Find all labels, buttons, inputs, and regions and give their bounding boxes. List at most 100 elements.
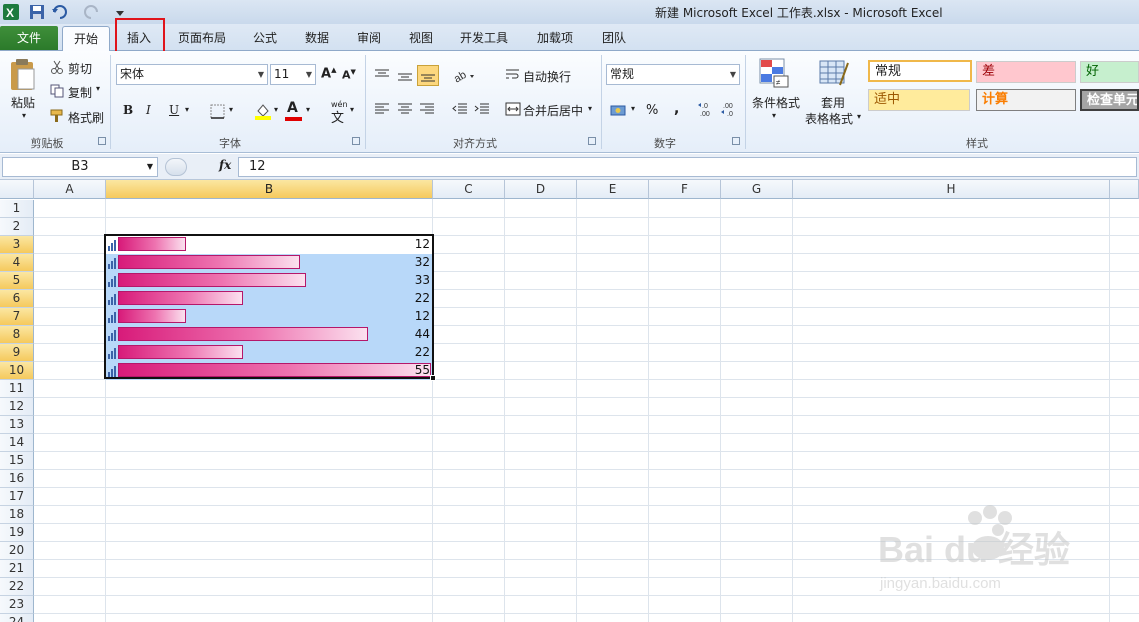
select-all-corner[interactable]	[0, 180, 34, 199]
conditional-dropdown-icon[interactable]: ▾	[772, 111, 776, 120]
tab-review[interactable]: 审阅	[347, 26, 391, 51]
row-header-16[interactable]: 16	[0, 470, 34, 488]
border-dropdown-icon[interactable]: ▾	[229, 105, 233, 114]
column-header-next[interactable]	[1110, 180, 1139, 199]
row-header-6[interactable]: 6	[0, 290, 34, 308]
cut-button[interactable]: 剪切	[68, 60, 92, 77]
copy-icon[interactable]	[50, 84, 64, 101]
style-normal[interactable]: 常规	[868, 60, 972, 82]
name-box[interactable]: B3 ▼	[2, 157, 158, 177]
format-table-dropdown-icon[interactable]: ▾	[857, 112, 861, 121]
comma-button[interactable]: ,	[674, 101, 679, 117]
row-header-10[interactable]: 10	[0, 362, 34, 380]
row-header-20[interactable]: 20	[0, 542, 34, 560]
row-header-21[interactable]: 21	[0, 560, 34, 578]
number-format-select[interactable]: 常规 ▼	[606, 64, 740, 85]
save-icon[interactable]	[28, 3, 46, 21]
decrease-indent-icon[interactable]	[452, 102, 468, 119]
row-header-15[interactable]: 15	[0, 452, 34, 470]
underline-dropdown-icon[interactable]: ▾	[185, 105, 189, 114]
column-header-b[interactable]: B	[106, 180, 433, 199]
row-header-7[interactable]: 7	[0, 308, 34, 326]
font-color-button[interactable]: A	[287, 100, 298, 116]
copy-dropdown-icon[interactable]: ▾	[96, 84, 100, 93]
align-center-icon[interactable]	[397, 102, 413, 119]
conditional-formatting-icon[interactable]: ≠	[758, 57, 790, 92]
shrink-font-icon[interactable]: A▼	[342, 68, 356, 82]
column-header-a[interactable]: A	[34, 180, 106, 199]
paste-label[interactable]: 粘贴	[11, 94, 35, 111]
phonetic-dropdown-icon[interactable]: ▾	[350, 105, 354, 114]
column-header-h[interactable]: H	[793, 180, 1110, 199]
tab-home[interactable]: 开始	[62, 26, 110, 52]
format-as-table-label-2[interactable]: 表格格式	[805, 110, 853, 127]
cut-icon[interactable]	[50, 60, 64, 77]
text-orientation-icon[interactable]: ab	[452, 67, 476, 86]
border-icon[interactable]	[210, 104, 226, 123]
format-as-table-icon[interactable]	[818, 57, 850, 92]
increase-indent-icon[interactable]	[474, 102, 490, 119]
row-header-17[interactable]: 17	[0, 488, 34, 506]
wrap-text-icon[interactable]	[505, 67, 521, 86]
font-name-select[interactable]: 宋体 ▼	[116, 64, 268, 85]
row-header-12[interactable]: 12	[0, 398, 34, 416]
decrease-decimal-icon[interactable]: .00.0	[721, 100, 739, 121]
row-header-24[interactable]: 24	[0, 614, 34, 622]
row-header-2[interactable]: 2	[0, 218, 34, 236]
column-header-f[interactable]: F	[649, 180, 721, 199]
fill-color-icon[interactable]	[254, 102, 272, 123]
row-header-9[interactable]: 9	[0, 344, 34, 362]
tab-view[interactable]: 视图	[399, 26, 443, 51]
number-launcher-icon[interactable]	[732, 137, 740, 145]
column-header-e[interactable]: E	[577, 180, 649, 199]
tab-file[interactable]: 文件	[0, 26, 58, 50]
row-header-19[interactable]: 19	[0, 524, 34, 542]
align-bottom-button[interactable]	[417, 65, 439, 86]
row-header-23[interactable]: 23	[0, 596, 34, 614]
currency-dropdown-icon[interactable]: ▾	[631, 104, 635, 113]
font-size-select[interactable]: 11 ▼	[270, 64, 316, 85]
alignment-launcher-icon[interactable]	[588, 137, 596, 145]
grow-font-icon[interactable]: A▲	[321, 66, 336, 81]
tab-formulas[interactable]: 公式	[243, 26, 287, 51]
bold-button[interactable]: B	[123, 103, 133, 117]
wrap-text-button[interactable]: 自动换行	[523, 68, 571, 85]
align-right-icon[interactable]	[419, 102, 435, 119]
undo-icon[interactable]	[50, 3, 68, 21]
percent-button[interactable]: %	[646, 103, 658, 118]
column-header-d[interactable]: D	[505, 180, 577, 199]
font-launcher-icon[interactable]	[352, 137, 360, 145]
conditional-formatting-button[interactable]: 条件格式	[752, 94, 800, 111]
phonetic-guide-button[interactable]: 文	[331, 107, 344, 126]
format-painter-icon[interactable]	[50, 109, 64, 126]
style-bad[interactable]: 差	[976, 61, 1076, 83]
style-good[interactable]: 好	[1080, 61, 1139, 83]
italic-button[interactable]: I	[146, 103, 151, 117]
tab-developer[interactable]: 开发工具	[452, 26, 516, 51]
row-header-13[interactable]: 13	[0, 416, 34, 434]
paste-icon[interactable]	[8, 57, 36, 94]
formula-bar-collapse-icon[interactable]	[165, 158, 187, 176]
copy-button[interactable]: 复制	[68, 84, 92, 101]
fill-handle[interactable]	[430, 375, 436, 381]
fill-color-dropdown-icon[interactable]: ▾	[274, 105, 278, 114]
tab-data[interactable]: 数据	[295, 26, 339, 51]
merge-center-icon[interactable]	[505, 102, 521, 119]
tab-team[interactable]: 团队	[592, 26, 636, 51]
column-header-c[interactable]: C	[433, 180, 505, 199]
row-header-5[interactable]: 5	[0, 272, 34, 290]
currency-icon[interactable]	[610, 102, 628, 121]
row-header-8[interactable]: 8	[0, 326, 34, 344]
insert-function-button[interactable]: fx	[219, 158, 231, 172]
column-header-g[interactable]: G	[721, 180, 793, 199]
row-header-11[interactable]: 11	[0, 380, 34, 398]
tab-page-layout[interactable]: 页面布局	[170, 26, 234, 51]
merge-center-button[interactable]: 合并后居中	[523, 102, 583, 119]
align-top-icon[interactable]	[374, 68, 390, 85]
format-as-table-label-1[interactable]: 套用	[821, 94, 845, 111]
row-header-3[interactable]: 3	[0, 236, 34, 254]
style-neutral[interactable]: 适中	[868, 89, 970, 111]
style-check-cell[interactable]: 检查单元	[1080, 89, 1139, 111]
row-header-4[interactable]: 4	[0, 254, 34, 272]
style-calculation[interactable]: 计算	[976, 89, 1076, 111]
